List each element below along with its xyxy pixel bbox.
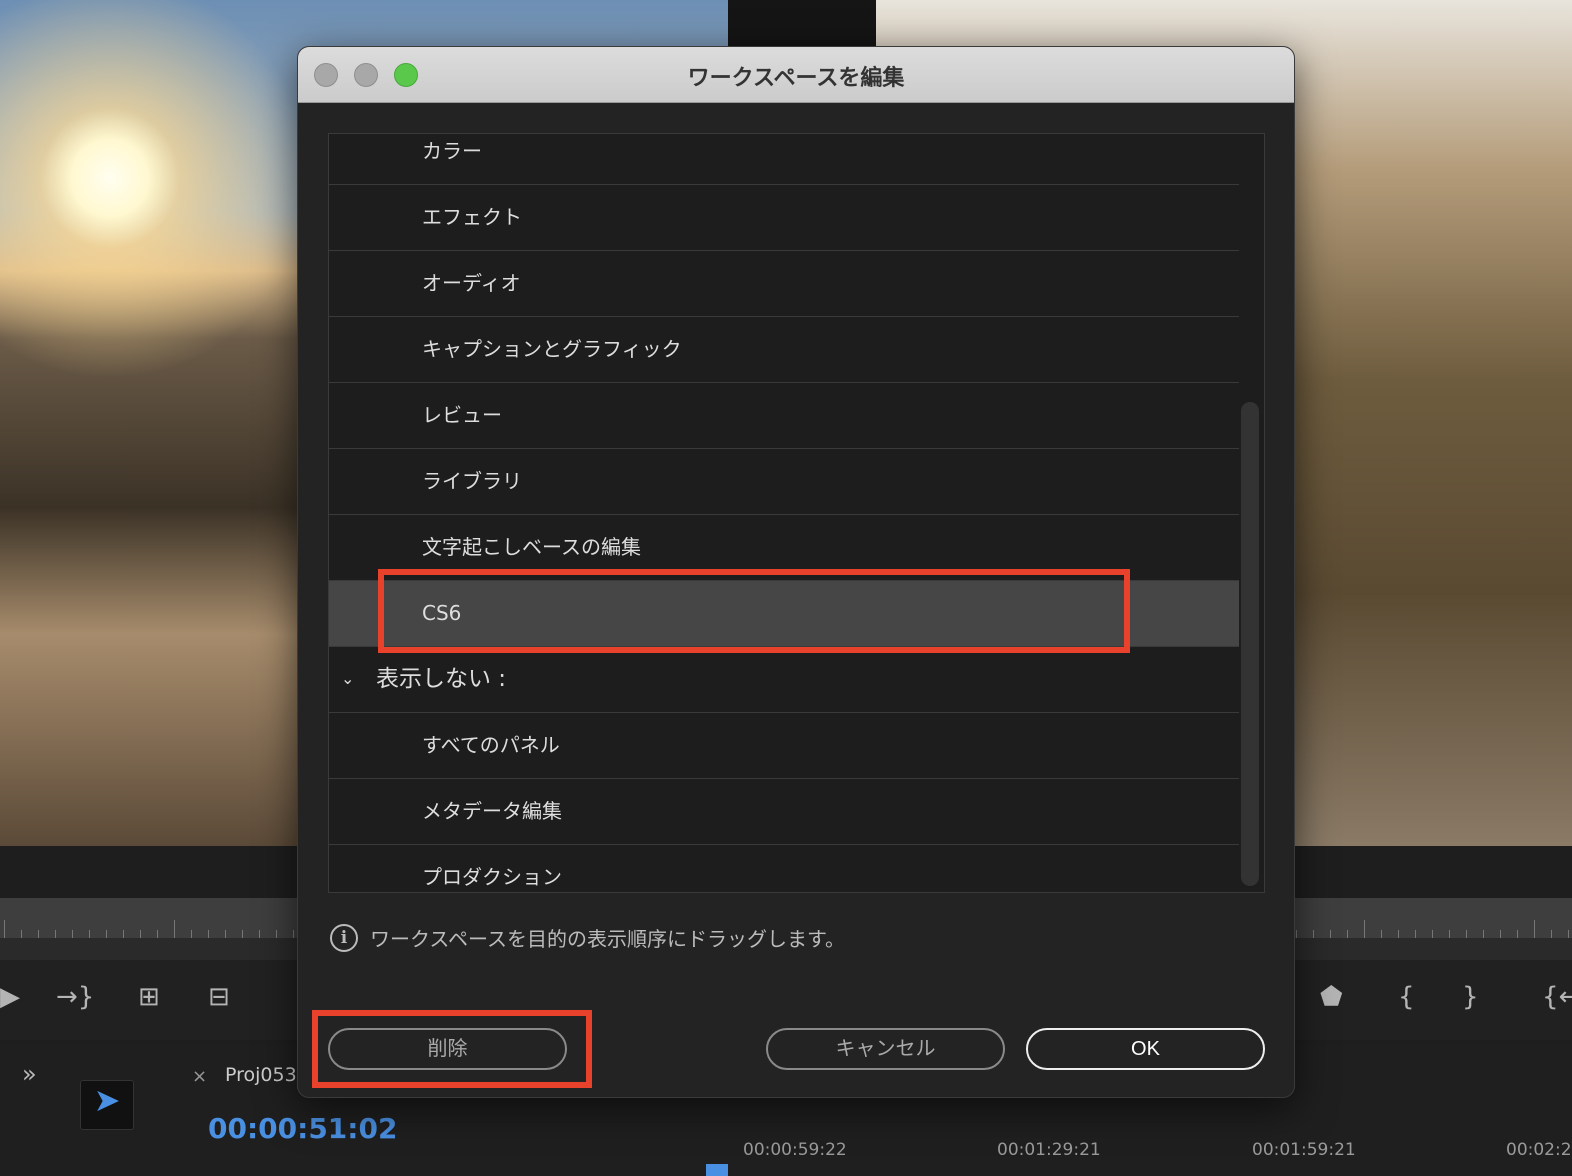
- ruler-tick: [1364, 920, 1365, 938]
- ruler-tick: [208, 930, 209, 938]
- ruler-tick: [1296, 930, 1297, 938]
- ruler-tick: [21, 930, 22, 938]
- ruler-tick: [55, 930, 56, 938]
- workspace-item[interactable]: オーディオ: [329, 251, 1239, 317]
- selection-tool-icon[interactable]: ➤: [80, 1080, 134, 1130]
- mark-in-icon[interactable]: {: [1398, 982, 1415, 1012]
- dialog-title: ワークスペースを編集: [687, 66, 905, 91]
- ruler-tick: [1415, 930, 1416, 938]
- insert-icon[interactable]: ⊞: [138, 982, 160, 1012]
- ruler-tick: [72, 930, 73, 938]
- workspace-item[interactable]: メタデータ編集: [329, 779, 1239, 845]
- ruler-tick: [1568, 930, 1569, 938]
- timeline-label: 00:02:2: [1506, 1140, 1572, 1160]
- ruler-tick: [191, 930, 192, 938]
- ruler-tick: [1347, 930, 1348, 938]
- ruler-tick: [1330, 930, 1331, 938]
- workspace-list[interactable]: カラー エフェクト オーディオ キャプションとグラフィック レビュー ライブラリ…: [328, 133, 1265, 893]
- cancel-button[interactable]: キャンセル: [766, 1028, 1005, 1070]
- ruler-tick: [174, 920, 175, 938]
- ruler-tick: [293, 930, 294, 938]
- playhead-timecode[interactable]: 00:00:51:02: [208, 1112, 397, 1145]
- highlight-box-cs6: [378, 569, 1130, 653]
- info-icon: i: [330, 923, 358, 952]
- ruler-tick: [1534, 920, 1535, 938]
- ruler-tick: [1551, 930, 1552, 938]
- ruler-tick: [157, 930, 158, 938]
- ruler-tick: [1432, 930, 1433, 938]
- overwrite-icon[interactable]: ⊟: [208, 982, 230, 1012]
- section-label: 表示しない :: [376, 666, 507, 692]
- workspace-item[interactable]: キャプションとグラフィック: [329, 317, 1239, 383]
- dialog-titlebar: ワークスペースを編集: [298, 47, 1294, 103]
- playhead[interactable]: [706, 1164, 728, 1176]
- hidden-section-header[interactable]: ⌄ 表示しない :: [329, 647, 1239, 713]
- workspace-item[interactable]: プロダクション: [329, 845, 1239, 892]
- workspace-item[interactable]: ライブラリ: [329, 449, 1239, 515]
- go-to-in-icon[interactable]: {←: [1542, 982, 1572, 1012]
- workspace-item[interactable]: カラー: [329, 134, 1239, 185]
- info-text: ワークスペースを目的の表示順序にドラッグします。: [370, 927, 845, 951]
- ruler-tick: [89, 930, 90, 938]
- ruler-tick: [1466, 930, 1467, 938]
- timeline-label: 00:00:59:22: [743, 1140, 847, 1160]
- play-icon[interactable]: ▶: [0, 982, 20, 1012]
- ruler-tick: [276, 930, 277, 938]
- list-scrollbar[interactable]: [1241, 402, 1259, 886]
- chevron-down-icon[interactable]: ⌄: [341, 647, 354, 711]
- marker-icon[interactable]: ⬟: [1320, 982, 1343, 1012]
- ok-button[interactable]: OK: [1026, 1028, 1265, 1070]
- panel-overflow-icon[interactable]: »: [22, 1060, 37, 1088]
- go-to-out-icon[interactable]: →}: [56, 982, 94, 1012]
- workspace-item[interactable]: すべてのパネル: [329, 713, 1239, 779]
- ruler-tick: [4, 920, 5, 938]
- ruler-tick: [1517, 930, 1518, 938]
- highlight-box-delete: [312, 1010, 592, 1088]
- ruler-tick: [123, 930, 124, 938]
- ruler-tick: [1483, 930, 1484, 938]
- mark-out-icon[interactable]: }: [1462, 982, 1479, 1012]
- workspace-item[interactable]: レビュー: [329, 383, 1239, 449]
- ruler-tick: [1313, 930, 1314, 938]
- close-tab-icon[interactable]: ×: [192, 1066, 207, 1087]
- ruler-tick: [1500, 930, 1501, 938]
- ruler-tick: [38, 930, 39, 938]
- timeline-label: 00:01:29:21: [997, 1140, 1101, 1160]
- workspace-item[interactable]: エフェクト: [329, 185, 1239, 251]
- ruler-tick: [1381, 930, 1382, 938]
- ruler-tick: [140, 930, 141, 938]
- info-message: i ワークスペースを目的の表示順序にドラッグします。: [330, 923, 845, 952]
- ruler-tick: [1449, 930, 1450, 938]
- ruler-tick: [1398, 930, 1399, 938]
- ruler-tick: [225, 930, 226, 938]
- timeline-label: 00:01:59:21: [1252, 1140, 1356, 1160]
- ruler-tick: [106, 930, 107, 938]
- ruler-tick: [259, 930, 260, 938]
- ruler-tick: [242, 930, 243, 938]
